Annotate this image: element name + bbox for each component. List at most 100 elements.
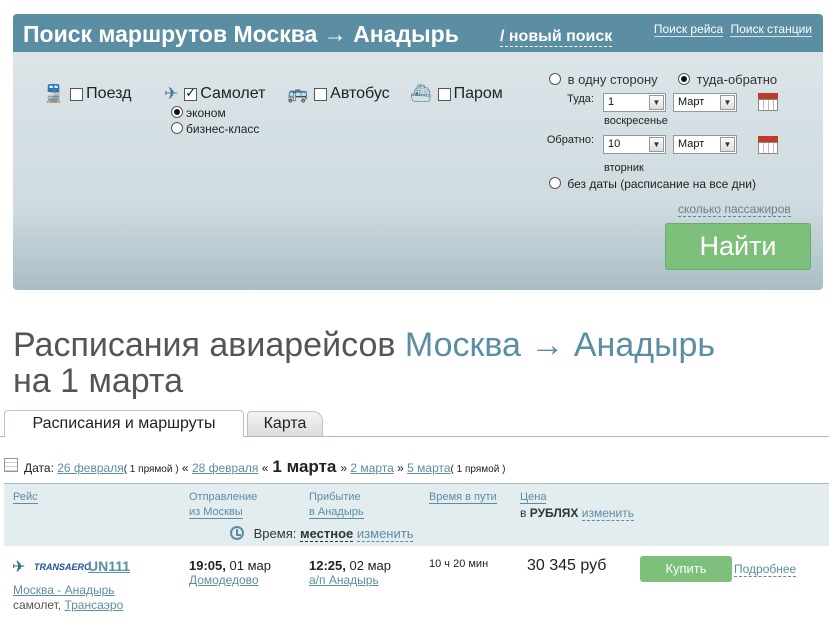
duration: 10 ч 20 мин xyxy=(429,558,489,570)
date-right-arrows: » xyxy=(340,461,348,475)
round-radio[interactable] xyxy=(678,73,690,85)
trip-oneway[interactable]: в одну сторону xyxy=(549,72,658,87)
passengers-link[interactable]: сколько пассажиров xyxy=(678,202,791,217)
ferry-icon: ⛴ xyxy=(410,84,432,103)
currency-value: РУБЛЯХ xyxy=(529,506,579,520)
date-nav: Дата: 26 февраля ( 1 прямой ) « 28 февра… xyxy=(4,457,505,477)
find-flight-link[interactable]: Поиск рейса xyxy=(653,22,724,37)
results-header: Рейс Отправление из Москвы Прибытие в Ан… xyxy=(4,483,829,546)
time-mode-value[interactable]: местное xyxy=(299,526,354,542)
col-flight[interactable]: Рейс xyxy=(13,490,38,505)
business-radio[interactable] xyxy=(171,122,183,134)
date-left-arrows-2: « xyxy=(261,461,269,475)
col-arrive-line2: в Анадырь xyxy=(309,506,364,519)
page-title: Расписания авиарейсов Москва → Анадырь н… xyxy=(13,327,715,399)
flight-type: самолет, xyxy=(13,598,62,612)
bus-checkbox[interactable] xyxy=(314,87,328,101)
chevron-down-icon: ▼ xyxy=(720,137,735,152)
arr-time: 12:25, xyxy=(309,558,346,573)
col-depart-line1: Отправление xyxy=(189,491,258,503)
new-search-link[interactable]: / новый поиск xyxy=(500,28,613,47)
dep-time: 19:05, xyxy=(189,558,226,573)
return-month-select[interactable]: Март ▼ xyxy=(673,135,737,154)
date-prev1-link[interactable]: 28 февраля xyxy=(192,461,258,475)
airline-link[interactable]: Трансаэро xyxy=(64,598,123,612)
plane-label: Самолет xyxy=(200,85,266,102)
economy-label: эконом xyxy=(186,106,226,120)
class-economy[interactable]: эконом xyxy=(171,106,226,120)
class-business[interactable]: бизнес-класс xyxy=(171,122,259,136)
col-arrive-line1: Прибытие xyxy=(309,491,361,503)
flight-row: ✈ TRANSAERO UN111 Москва - Анадырь самол… xyxy=(4,552,829,621)
plane-icon: ✈ xyxy=(164,84,179,103)
economy-radio[interactable] xyxy=(171,106,183,118)
no-date-radio[interactable] xyxy=(549,177,561,189)
time-change-link[interactable]: изменить xyxy=(356,526,414,542)
transport-ferry[interactable]: ⛴ Паром xyxy=(410,84,503,104)
page-title-route: Москва → Анадырь xyxy=(404,326,716,364)
col-arrive[interactable]: Прибытие в Анадырь xyxy=(309,490,364,520)
clock-icon xyxy=(230,526,244,540)
plane-checkbox[interactable] xyxy=(184,85,198,101)
depart-day-value: 1 xyxy=(608,96,615,108)
return-month-value: Март xyxy=(678,138,705,150)
depart-day-select[interactable]: 1 ▼ xyxy=(603,93,666,112)
date-prev2-link[interactable]: 26 февраля xyxy=(57,461,123,475)
train-label: Поезд xyxy=(86,85,132,102)
train-icon: 🚆 xyxy=(43,84,65,103)
dep-airport-link[interactable]: Домодедово xyxy=(189,573,259,587)
search-header: Поиск маршрутов Москва → Анадырь / новый… xyxy=(13,14,823,52)
flight-route-link[interactable]: Москва - Анадырь xyxy=(13,583,115,597)
plane-icon: ✈ xyxy=(12,559,26,576)
tab-map[interactable]: Карта xyxy=(247,411,323,436)
col-price[interactable]: Цена xyxy=(520,490,547,505)
trip-round[interactable]: туда-обратно xyxy=(678,72,777,87)
return-weekday: вторник xyxy=(604,162,644,174)
find-button[interactable]: Найти xyxy=(665,223,811,270)
depart-calendar-icon[interactable] xyxy=(758,91,778,111)
date-left-arrows: « xyxy=(181,461,189,475)
chevron-down-icon: ▼ xyxy=(720,95,735,110)
ferry-checkbox[interactable] xyxy=(437,87,451,101)
transport-plane[interactable]: ✈ Самолет xyxy=(164,84,265,104)
date-label: Дата: xyxy=(24,461,54,475)
bus-label: Автобус xyxy=(330,85,390,102)
transport-bus[interactable]: 🚌 Автобус xyxy=(287,84,390,104)
no-date-option[interactable]: без даты (расписание на все дни) xyxy=(549,177,756,191)
return-day-select[interactable]: 10 ▼ xyxy=(603,135,666,154)
date-current: 1 марта xyxy=(272,457,337,476)
depart-label: Туда: xyxy=(567,93,594,105)
train-checkbox[interactable] xyxy=(70,87,84,101)
dep-date: 01 мар xyxy=(229,558,271,573)
page-title-date: на 1 марта xyxy=(13,362,184,400)
tab-schedule[interactable]: Расписания и маршруты xyxy=(4,410,244,437)
page-title-prefix: Расписания авиарейсов xyxy=(13,326,405,364)
buy-button[interactable]: Купить xyxy=(640,556,732,582)
col-depart[interactable]: Отправление из Москвы xyxy=(189,490,257,520)
date-next1-link[interactable]: 2 марта xyxy=(350,461,393,475)
return-label: Обратно: xyxy=(546,134,594,146)
col-price-label: Цена xyxy=(520,491,547,504)
time-label: Время: xyxy=(253,526,297,541)
no-date-label: без даты (расписание на все дни) xyxy=(567,177,756,191)
details-link[interactable]: Подробнее xyxy=(734,562,797,577)
airline-logo: TRANSAERO xyxy=(34,562,92,572)
depart-month-select[interactable]: Март ▼ xyxy=(673,93,737,112)
currency-change-link[interactable]: изменить xyxy=(581,506,634,521)
arr-airport-link[interactable]: а/п Анадырь xyxy=(309,573,379,587)
bus-icon: 🚌 xyxy=(287,84,309,103)
date-next2-note: ( 1 прямой ) xyxy=(450,464,506,475)
flight-number-link[interactable]: UN111 xyxy=(88,558,130,574)
col-travel-time[interactable]: Время в пути xyxy=(429,490,497,505)
transport-train[interactable]: 🚆 Поезд xyxy=(43,84,131,104)
oneway-radio[interactable] xyxy=(549,73,561,85)
time-mode: Время: местное изменить xyxy=(230,526,414,542)
return-day-value: 10 xyxy=(608,138,621,150)
find-station-link[interactable]: Поиск станции xyxy=(730,22,812,37)
currency-in: в xyxy=(520,506,527,520)
date-next2-link[interactable]: 5 марта xyxy=(407,461,450,475)
search-title: Поиск маршрутов Москва → Анадырь xyxy=(23,21,459,47)
top-links: Поиск рейса Поиск станции xyxy=(650,22,812,37)
search-panel: Поиск маршрутов Москва → Анадырь / новый… xyxy=(13,14,823,290)
return-calendar-icon[interactable] xyxy=(758,134,778,154)
